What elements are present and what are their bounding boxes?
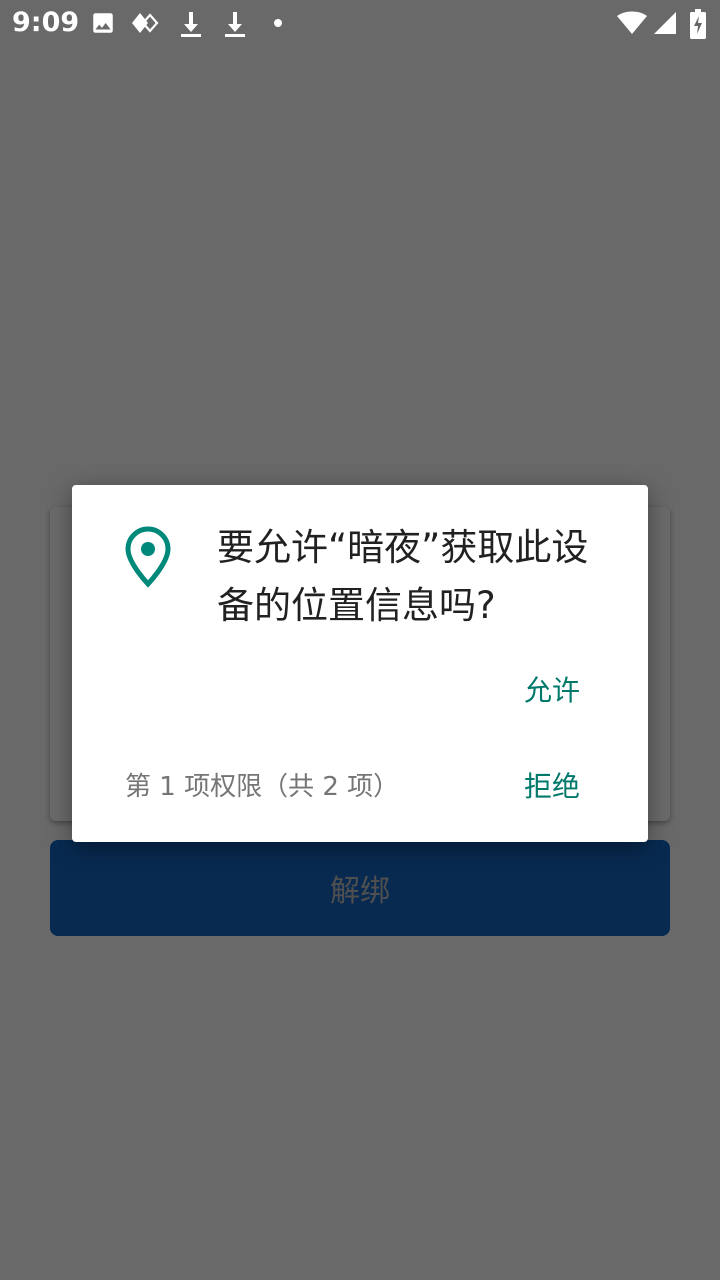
wifi-icon bbox=[616, 10, 648, 38]
dialog-title: 要允许“暗夜”获取此设备的位置信息吗? bbox=[217, 526, 589, 627]
allow-button[interactable]: 允许 bbox=[524, 671, 580, 711]
download-icon bbox=[179, 10, 203, 38]
media-icon bbox=[132, 10, 162, 38]
permission-dialog: 要允许“暗夜”获取此设备的位置信息吗? 允许 第 1 项权限（共 2 项） 拒绝 bbox=[72, 485, 648, 842]
dot-icon bbox=[273, 18, 283, 46]
location-pin-icon bbox=[124, 525, 172, 589]
signal-icon bbox=[653, 10, 677, 38]
deny-button[interactable]: 拒绝 bbox=[524, 767, 580, 807]
status-time: 9:09 bbox=[12, 7, 80, 38]
battery-charging-icon bbox=[690, 9, 706, 39]
permission-counter: 第 1 项权限（共 2 项） bbox=[125, 772, 400, 802]
download-icon bbox=[223, 10, 247, 38]
image-icon bbox=[90, 10, 116, 38]
status-bar: 9:09 bbox=[0, 0, 720, 48]
